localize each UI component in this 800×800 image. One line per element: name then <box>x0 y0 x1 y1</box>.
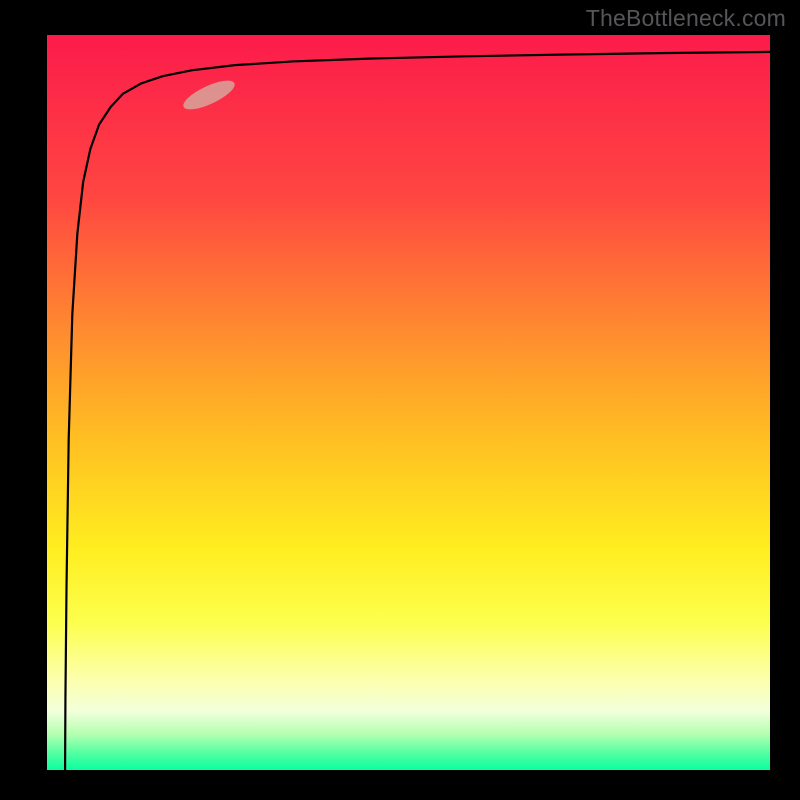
bottleneck-curve <box>65 52 770 770</box>
curve-layer <box>47 35 770 770</box>
plot-area <box>47 35 770 770</box>
marker-pill <box>180 75 238 115</box>
watermark-text: TheBottleneck.com <box>586 5 786 32</box>
chart-stage: TheBottleneck.com <box>0 0 800 800</box>
